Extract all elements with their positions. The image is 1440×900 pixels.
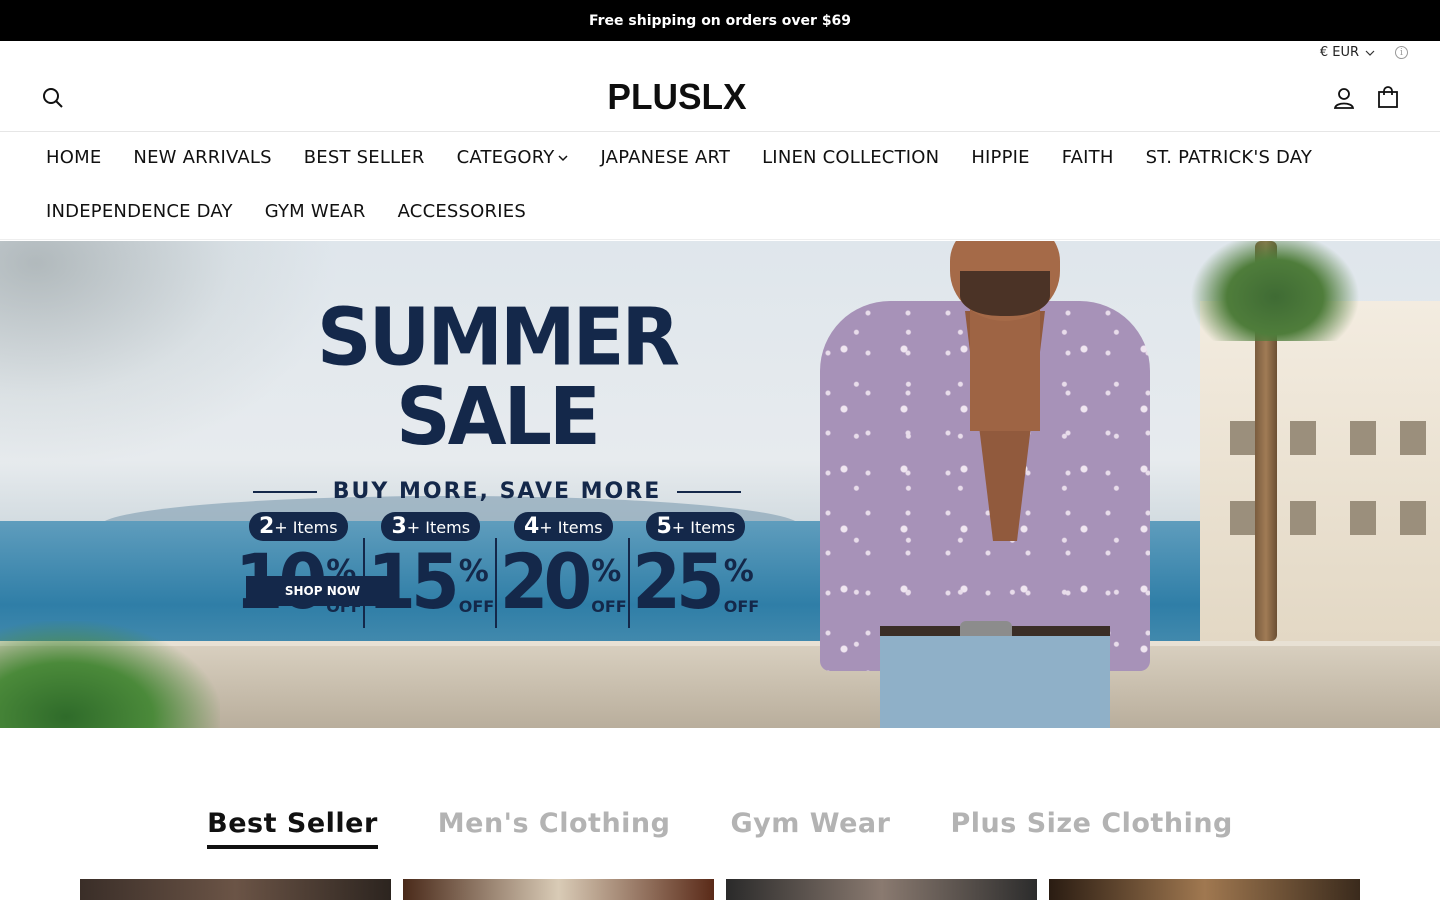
tier-pill: 2+ Items	[248, 512, 348, 541]
nav-item-hippie[interactable]: HIPPIE	[971, 147, 1029, 168]
tier-percent: 25% OFF	[632, 537, 760, 627]
nav-item-faith[interactable]: FAITH	[1062, 147, 1114, 168]
collection-tabs: Best Seller Men's Clothing Gym Wear Plus…	[0, 808, 1440, 849]
tier-pill: 4+ Items	[513, 512, 613, 541]
tab-plus-size-clothing[interactable]: Plus Size Clothing	[950, 808, 1232, 849]
nav-item-home[interactable]: HOME	[46, 147, 101, 168]
site-logo[interactable]: PLUSLX	[607, 76, 746, 117]
account-icon[interactable]	[1333, 87, 1355, 109]
sale-subtitle-row: BUY MORE, SAVE MORE	[232, 479, 762, 504]
chevron-down-icon	[1365, 50, 1375, 56]
product-grid	[80, 879, 1360, 900]
nav-item-category-label: CATEGORY	[456, 147, 555, 168]
shopping-bag-icon[interactable]	[1377, 86, 1399, 108]
nav-item-japanese-art[interactable]: JAPANESE ART	[600, 147, 730, 168]
nav-row-primary: HOME NEW ARRIVALS BEST SELLER CATEGORY J…	[46, 147, 1312, 168]
hero-building	[1200, 301, 1440, 661]
tab-gym-wear[interactable]: Gym Wear	[730, 808, 890, 849]
hero-banner[interactable]: SUMMER SALE BUY MORE, SAVE MORE 2+ Items…	[0, 241, 1440, 728]
nav-item-gym-wear[interactable]: GYM WEAR	[265, 201, 366, 222]
divider	[677, 490, 742, 493]
product-card[interactable]	[726, 879, 1037, 900]
tier-pill: 5+ Items	[646, 512, 746, 541]
product-card[interactable]	[403, 879, 714, 900]
hero-model	[800, 241, 1160, 728]
chevron-down-icon	[558, 154, 569, 161]
product-image	[403, 879, 714, 900]
sale-subtitle: BUY MORE, SAVE MORE	[332, 479, 662, 504]
currency-label: € EUR	[1319, 45, 1359, 60]
tab-best-seller[interactable]: Best Seller	[207, 808, 378, 849]
announcement-bar: Free shipping on orders over $69	[0, 0, 1440, 41]
announcement-text: Free shipping on orders over $69	[588, 12, 852, 29]
product-image	[1049, 879, 1360, 900]
search-icon[interactable]	[42, 87, 64, 109]
nav-row-secondary: INDEPENDENCE DAY GYM WEAR ACCESSORIES	[46, 201, 526, 222]
hero-model-jeans	[880, 636, 1110, 728]
currency-selector[interactable]: € EUR i	[1320, 45, 1408, 60]
nav-item-best-seller[interactable]: BEST SELLER	[304, 147, 425, 168]
nav-item-st-patricks-day[interactable]: ST. PATRICK'S DAY	[1146, 147, 1312, 168]
nav-item-linen-collection[interactable]: LINEN COLLECTION	[762, 147, 939, 168]
nav-item-new-arrivals[interactable]: NEW ARRIVALS	[133, 147, 271, 168]
sale-title: SUMMER SALE	[316, 289, 680, 464]
product-image	[726, 879, 1037, 900]
hero-model-beard	[960, 271, 1050, 316]
shop-now-button[interactable]: SHOP NOW	[246, 576, 399, 606]
discount-tier: 4+ Items 20% OFF	[495, 512, 630, 628]
sale-promo: SUMMER SALE BUY MORE, SAVE MORE 2+ Items…	[232, 297, 763, 628]
discount-tier: 5+ Items 25% OFF	[627, 512, 763, 628]
info-icon[interactable]: i	[1395, 46, 1408, 59]
divider	[252, 490, 317, 493]
nav-item-accessories[interactable]: ACCESSORIES	[398, 201, 526, 222]
tier-pill: 3+ Items	[381, 512, 481, 541]
tab-mens-clothing[interactable]: Men's Clothing	[438, 808, 671, 849]
nav-item-independence-day[interactable]: INDEPENDENCE DAY	[46, 201, 233, 222]
product-card[interactable]	[80, 879, 391, 900]
site-header: € EUR i PLUSLX	[0, 41, 1440, 132]
hero-palm-leaves	[1190, 241, 1360, 341]
product-card[interactable]	[1049, 879, 1360, 900]
tier-percent: 20% OFF	[499, 537, 627, 627]
main-navigation: HOME NEW ARRIVALS BEST SELLER CATEGORY J…	[0, 132, 1440, 240]
nav-item-category[interactable]: CATEGORY	[457, 147, 569, 168]
hero-plant	[0, 621, 220, 728]
product-image	[80, 879, 391, 900]
